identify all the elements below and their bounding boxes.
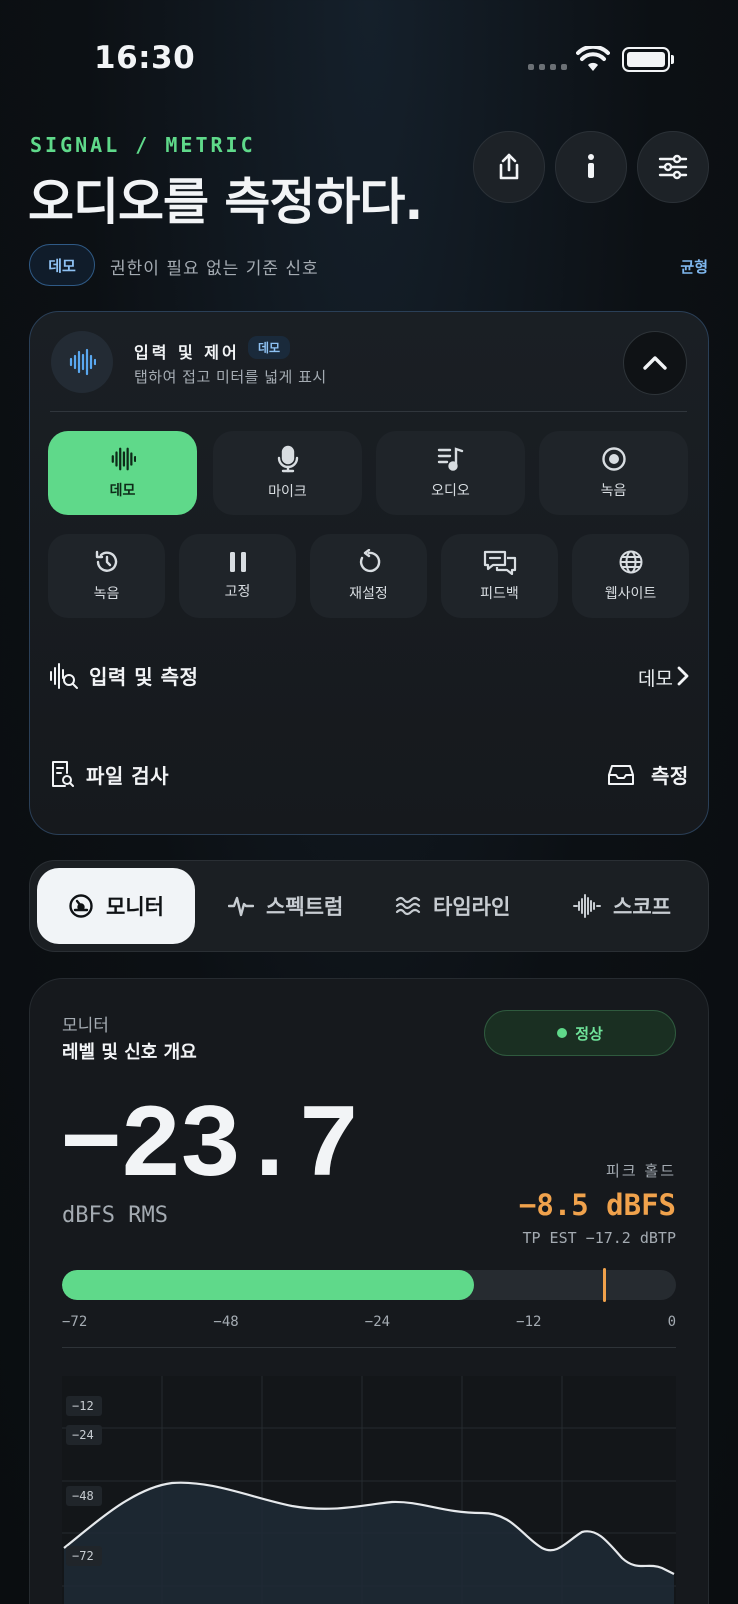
source-pill[interactable]: 데모 bbox=[29, 244, 95, 286]
tile-label: 데모 bbox=[109, 483, 136, 499]
tab-label: 스코프 bbox=[613, 895, 671, 919]
history-icon bbox=[95, 550, 117, 572]
battery-icon bbox=[622, 47, 670, 72]
status-text: 정상 bbox=[575, 1024, 603, 1043]
action-tile-hold[interactable]: 고정 bbox=[179, 534, 296, 618]
meter-tick: 0 bbox=[667, 1314, 676, 1330]
action-tile-feedback[interactable]: 피드백 bbox=[441, 534, 558, 618]
page-title: 오디오를 측정하다. bbox=[28, 173, 423, 231]
action-tile-reset[interactable]: 재설정 bbox=[310, 534, 427, 618]
tile-label: 웹사이트 bbox=[604, 586, 657, 602]
sliders-icon bbox=[658, 154, 688, 180]
info-button[interactable] bbox=[555, 131, 627, 203]
meter-tick: −48 bbox=[213, 1314, 239, 1330]
rms-value: −23.7 bbox=[60, 1089, 360, 1207]
file-search-icon bbox=[52, 761, 74, 787]
card-divider bbox=[62, 1347, 676, 1348]
mic-icon bbox=[277, 445, 298, 473]
peak-label: 피크 홀드 bbox=[606, 1162, 676, 1180]
tile-label: 녹음 bbox=[93, 586, 120, 602]
file-check-label[interactable]: 파일 검사 bbox=[86, 760, 169, 789]
level-history-plot: −12 −24 −48 −72 bbox=[62, 1376, 676, 1604]
card-label: 모니터 bbox=[62, 1016, 109, 1036]
panel-subtitle: 탭하여 접고 미터를 넓게 표시 bbox=[134, 368, 327, 386]
panel-divider bbox=[50, 411, 687, 412]
info-icon bbox=[588, 154, 594, 178]
input-measure-label: 입력 및 측정 bbox=[89, 665, 199, 689]
signal-dots-icon bbox=[528, 64, 567, 70]
waveform-icon bbox=[111, 447, 136, 471]
tab-label: 스펙트럼 bbox=[266, 895, 344, 919]
share-icon bbox=[499, 153, 519, 180]
tab-timeline[interactable]: 타임라인 bbox=[395, 868, 510, 944]
tab-label: 타임라인 bbox=[433, 895, 511, 919]
panel-title: 입력 및 제어 bbox=[134, 343, 240, 362]
share-button[interactable] bbox=[473, 131, 545, 203]
level-meter bbox=[62, 1270, 676, 1300]
plot-label: −48 bbox=[72, 1489, 94, 1503]
level-meter-fill bbox=[62, 1270, 474, 1300]
tile-label: 마이크 bbox=[268, 484, 307, 500]
status-time: 16:30 bbox=[94, 40, 196, 76]
source-tile-audio[interactable]: 오디오 bbox=[376, 431, 525, 515]
chevron-up-icon bbox=[643, 356, 667, 370]
plot-label: −12 bbox=[72, 1399, 94, 1413]
oscilloscope-icon bbox=[573, 894, 601, 918]
waveform-search-icon bbox=[50, 663, 78, 689]
tab-monitor[interactable]: 모니터 bbox=[37, 868, 195, 944]
chat-icon bbox=[483, 550, 516, 575]
source-tile-mic[interactable]: 마이크 bbox=[213, 431, 362, 515]
record-icon bbox=[601, 447, 626, 471]
gauge-icon bbox=[69, 894, 93, 918]
card-title: 레벨 및 신호 개요 bbox=[62, 1042, 197, 1063]
tile-label: 피드백 bbox=[480, 586, 519, 602]
tile-label: 오디오 bbox=[431, 483, 470, 499]
waves-icon bbox=[395, 896, 421, 916]
action-tile-website[interactable]: 웹사이트 bbox=[572, 534, 689, 618]
inbox-icon bbox=[608, 765, 634, 785]
panel-avatar bbox=[51, 331, 113, 393]
rms-unit: dBFS RMS bbox=[62, 1203, 168, 1228]
true-peak-estimate: TP EST −17.2 dBTP bbox=[522, 1229, 676, 1247]
tab-scope[interactable]: 스코프 bbox=[573, 868, 671, 944]
measure-button[interactable]: 측정 bbox=[651, 760, 689, 789]
wifi-icon bbox=[576, 46, 610, 71]
tile-label: 재설정 bbox=[349, 586, 388, 602]
peak-value: −8.5 dBFS bbox=[518, 1188, 676, 1222]
meter-tick: −12 bbox=[516, 1314, 542, 1330]
status-dot-icon bbox=[557, 1028, 568, 1038]
meter-scale: −72 −48 −24 −12 0 bbox=[62, 1314, 676, 1330]
meter-tick: −72 bbox=[62, 1314, 88, 1330]
waveform-icon bbox=[69, 348, 96, 376]
eyebrow-label: SIGNAL / METRIC bbox=[30, 133, 256, 157]
panel-badge: 데모 bbox=[248, 336, 291, 359]
plot-label: −72 bbox=[72, 1549, 94, 1563]
music-list-icon bbox=[437, 447, 463, 471]
source-tile-record[interactable]: 녹음 bbox=[539, 431, 688, 515]
settings-button[interactable] bbox=[637, 131, 709, 203]
pulse-icon bbox=[228, 896, 254, 917]
input-measure-value[interactable]: 데모 bbox=[638, 664, 673, 691]
mode-link[interactable]: 균형 bbox=[680, 256, 708, 277]
source-description: 권한이 필요 없는 기준 신호 bbox=[110, 259, 319, 279]
tab-label: 모니터 bbox=[106, 895, 164, 919]
globe-icon bbox=[619, 550, 642, 574]
tab-spectrum[interactable]: 스펙트럼 bbox=[228, 868, 343, 944]
pause-icon bbox=[229, 552, 246, 572]
tile-label: 녹음 bbox=[600, 483, 627, 499]
tile-label: 고정 bbox=[224, 584, 251, 600]
peak-hold-marker bbox=[602, 1268, 606, 1302]
plot-label: −24 bbox=[72, 1428, 94, 1442]
chevron-right-icon[interactable] bbox=[676, 665, 690, 687]
status-badge: 정상 bbox=[484, 1010, 676, 1056]
reset-icon bbox=[359, 549, 380, 573]
meter-tick: −24 bbox=[364, 1314, 391, 1330]
action-tile-recordings[interactable]: 녹음 bbox=[48, 534, 165, 618]
battery-cap bbox=[671, 55, 674, 64]
collapse-button[interactable] bbox=[623, 331, 687, 395]
source-tile-demo[interactable]: 데모 bbox=[48, 431, 197, 515]
